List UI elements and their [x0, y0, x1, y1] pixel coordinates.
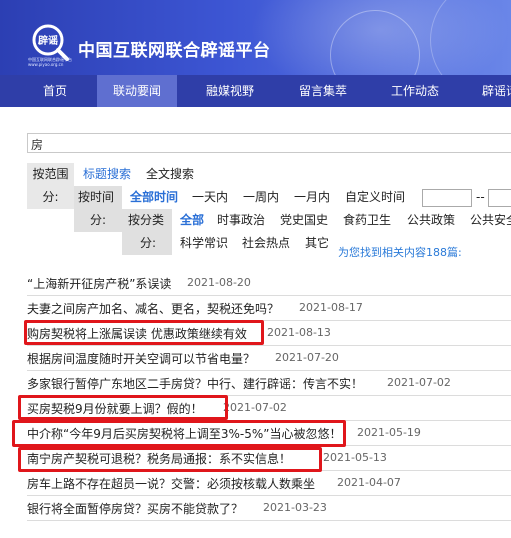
filter-time-custom[interactable]: 自定义时间	[345, 186, 405, 209]
date-end-input[interactable]	[488, 189, 511, 207]
result-count: 为您找到相关内容188篇:	[338, 246, 462, 259]
result-title[interactable]: 银行将全面暂停房贷？买房不能贷款了？	[27, 500, 243, 517]
search-input[interactable]: 房	[27, 133, 511, 153]
filter-category-science[interactable]: 科学常识	[180, 232, 228, 255]
filter-time-label-cont: 分:	[90, 213, 107, 227]
nav-item-rumor-topics[interactable]: 辟谣话	[468, 75, 511, 107]
list-item[interactable]: 根据房间温度随时开关空调可以节省电量？ 2021-07-20	[27, 347, 511, 371]
filter-time-label: 按时间	[78, 190, 115, 204]
nav-item-media-view[interactable]: 融媒视野	[190, 75, 270, 107]
filter-category-other[interactable]: 其它	[305, 232, 329, 255]
list-item[interactable]: 房车上路不存在超员一说？交警：必须按核载人数乘坐 2021-04-07	[27, 472, 511, 496]
filter-title-search[interactable]: 标题搜索	[83, 163, 131, 186]
filter-category-politics[interactable]: 时事政治	[217, 209, 265, 232]
list-item[interactable]: 多家银行暂停广东地区二手房贷？中行、建行辟谣：传言不实！ 2021-07-02	[27, 372, 511, 396]
filter-panel: 按范围 分: 标题搜索 全文搜索 按时间 分: 全部时间 一天内 一周内 一月内…	[27, 163, 511, 256]
result-date: 2021-08-20	[187, 276, 251, 289]
list-item[interactable]: 夫妻之间房产加名、减名、更名，契税还免吗？ 2021-08-17	[27, 297, 511, 321]
result-title[interactable]: 夫妻之间房产加名、减名、更名，契税还免吗？	[27, 300, 279, 317]
date-start-input[interactable]	[422, 189, 472, 207]
site-header: 辟谣 中国互联网联合辟谣平台 www.piyao.org.cn 中国互联网联合辟…	[0, 0, 511, 75]
search-input-value: 房	[31, 138, 44, 152]
highlight-box	[18, 447, 322, 472]
filter-category-public-safety[interactable]: 公共安全	[470, 209, 511, 232]
result-title[interactable]: 房车上路不存在超员一说？交警：必须按核载人数乘坐	[27, 475, 315, 492]
logo-text: 辟谣	[37, 34, 58, 47]
result-date: 2021-07-02	[223, 401, 287, 414]
filter-category-public-policy[interactable]: 公共政策	[407, 209, 455, 232]
result-date: 2021-07-02	[387, 376, 451, 389]
nav-item-messages[interactable]: 留言集萃	[283, 75, 363, 107]
filter-range-label: 按范围	[27, 163, 74, 186]
highlight-box	[24, 320, 264, 345]
filter-category-social-hot[interactable]: 社会热点	[242, 232, 290, 255]
highlight-box	[18, 395, 228, 420]
site-title[interactable]: 中国互联网联合辟谣平台	[78, 36, 271, 61]
result-date: 2021-05-19	[357, 426, 421, 439]
highlight-box	[12, 420, 346, 447]
result-date: 2021-04-07	[337, 476, 401, 489]
logo-subtitle: 中国互联网联合辟谣平台 www.piyao.org.cn	[28, 57, 72, 67]
date-separator: --	[476, 190, 485, 204]
filter-range-label-cont: 分:	[27, 186, 74, 209]
result-date: 2021-03-23	[263, 501, 327, 514]
result-date: 2021-08-17	[299, 301, 363, 314]
result-date: 2021-05-13	[323, 451, 387, 464]
filter-category-all[interactable]: 全部	[180, 209, 204, 232]
result-title[interactable]: 根据房间温度随时开关空调可以节省电量？	[27, 350, 255, 367]
result-date: 2021-08-13	[267, 326, 331, 339]
result-title[interactable]: “上海新开征房产税”系误读	[27, 275, 171, 292]
filter-category-label-cont: 分:	[140, 236, 157, 250]
filter-category-label: 按分类	[128, 213, 165, 227]
piyao-logo-icon[interactable]: 辟谣	[30, 22, 70, 62]
filter-time-month[interactable]: 一月内	[294, 186, 330, 209]
result-title[interactable]: 多家银行暂停广东地区二手房贷？中行、建行辟谣：传言不实！	[27, 375, 363, 392]
filter-category-food-health[interactable]: 食药卫生	[343, 209, 391, 232]
filter-category-history[interactable]: 党史国史	[280, 209, 328, 232]
main-nav: 首页 联动要闻 融媒视野 留言集萃 工作动态 辟谣话	[0, 75, 511, 107]
list-item[interactable]: “上海新开征房产税”系误读 2021-08-20	[27, 272, 511, 296]
filter-time-all[interactable]: 全部时间	[130, 186, 178, 209]
nav-item-home[interactable]: 首页	[28, 75, 82, 107]
header-decoration-ring	[430, 0, 511, 75]
filter-time-week[interactable]: 一周内	[243, 186, 279, 209]
result-date: 2021-07-20	[275, 351, 339, 364]
filter-fulltext-search[interactable]: 全文搜索	[146, 163, 194, 186]
nav-item-work-updates[interactable]: 工作动态	[375, 75, 455, 107]
list-item[interactable]: 银行将全面暂停房贷？买房不能贷款了？ 2021-03-23	[27, 497, 511, 521]
filter-time-day[interactable]: 一天内	[192, 186, 228, 209]
nav-item-linked-news[interactable]: 联动要闻	[97, 75, 177, 107]
